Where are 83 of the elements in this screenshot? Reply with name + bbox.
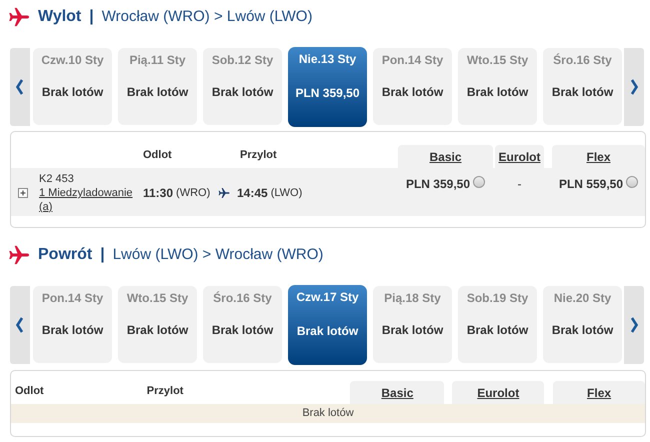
separator: | [89, 7, 94, 27]
date-label: Czw.10 Sty [41, 52, 104, 69]
route-text: Lwów (LWO) > Wrocław (WRO) [112, 244, 324, 265]
fare-text: Brak lotów [552, 84, 614, 101]
fare-text: Brak lotów [42, 84, 104, 101]
fare-text: Brak lotów [382, 84, 444, 101]
date-card[interactable]: Sob.19 Sty Brak lotów [458, 286, 537, 363]
date-card[interactable]: Pon.14 Sty Brak lotów [33, 286, 112, 363]
fare-text: PLN 359,50 [295, 85, 360, 102]
date-card[interactable]: Pią.11 Sty Brak lotów [118, 48, 197, 125]
fare-text: Brak lotów [296, 323, 358, 340]
fare-text: Brak lotów [382, 322, 444, 339]
date-label: Pią.11 Sty [129, 52, 186, 69]
next-dates-button[interactable] [624, 48, 644, 126]
fare-class-tab[interactable]: Basic [350, 381, 444, 404]
date-card[interactable]: Nie.13 Sty PLN 359,50 [288, 47, 367, 127]
date-card[interactable]: Wto.15 Sty Brak lotów [458, 48, 537, 125]
fare-text: Brak lotów [466, 84, 528, 101]
column-header: Przylot [146, 384, 184, 398]
note-link[interactable]: (a) [39, 200, 52, 214]
chevron-left-icon [16, 79, 24, 95]
date-card[interactable]: Śro.16 Sty Brak lotów [543, 48, 622, 125]
route-text: Wrocław (WRO) > Lwów (LWO) [102, 6, 312, 27]
fare-class-tab[interactable]: Basic [398, 145, 493, 168]
next-dates-button[interactable] [624, 286, 644, 364]
date-card[interactable]: Pią.18 Sty Brak lotów [373, 286, 452, 363]
date-label: Pią.18 Sty [384, 290, 441, 307]
date-label: Sob.12 Sty [212, 52, 274, 69]
fare-class-tab[interactable]: Eurolot [452, 381, 544, 404]
date-label: Czw.17 Sty [296, 289, 359, 306]
arrival-time: 14:45 [237, 185, 268, 202]
section-title: Wylot [38, 7, 82, 27]
date-label: Wto.15 Sty [126, 290, 188, 307]
fare-class-tab[interactable]: Flex [552, 145, 645, 168]
fare-text: Brak lotów [552, 322, 614, 339]
plane-icon [8, 6, 30, 28]
departure-time: 11:30 [143, 185, 174, 202]
date-label: Śro.16 Sty [213, 290, 272, 307]
fare-text: Brak lotów [126, 322, 188, 339]
date-card[interactable]: Czw.10 Sty Brak lotów [33, 48, 112, 125]
stops-link[interactable]: 1 Miedzyladowanie [39, 186, 133, 200]
date-label: Pon.14 Sty [382, 52, 444, 69]
column-header: Przylot [239, 148, 278, 162]
date-card[interactable]: Sob.12 Sty Brak lotów [203, 48, 282, 125]
flight-number: K2 453 [39, 172, 75, 186]
previous-dates-button[interactable] [10, 286, 30, 364]
fare-text: Brak lotów [212, 322, 274, 339]
fare-class-tab[interactable]: Eurolot [495, 145, 544, 168]
date-card[interactable]: Nie.20 Sty Brak lotów [543, 286, 622, 363]
date-label: Sob.19 Sty [466, 290, 528, 307]
section-title: Powrót [38, 245, 92, 265]
fare-text: Brak lotów [42, 322, 104, 339]
column-header: Odlot [14, 384, 45, 398]
fare-text: Brak lotów [466, 322, 528, 339]
date-label: Pon.14 Sty [42, 290, 104, 307]
fare-unavailable: - [518, 176, 522, 193]
chevron-left-icon [16, 317, 24, 333]
departure-airport: (WRO) [176, 186, 210, 201]
fare-text: Brak lotów [212, 84, 274, 101]
plane-icon [8, 244, 30, 266]
fare-text: Brak lotów [126, 84, 188, 101]
date-card[interactable]: Wto.15 Sty Brak lotów [118, 286, 197, 363]
fare-price: PLN 359,50 [406, 176, 470, 193]
date-label: Wto.15 Sty [466, 52, 528, 69]
plane-icon [218, 187, 230, 199]
chevron-right-icon [630, 317, 638, 333]
date-card[interactable]: Czw.17 Sty Brak lotów [288, 285, 367, 365]
previous-dates-button[interactable] [10, 48, 30, 126]
fare-radio[interactable] [473, 176, 486, 188]
chevron-right-icon [630, 79, 638, 95]
fare-radio[interactable] [626, 176, 638, 188]
date-label: Nie.20 Sty [554, 290, 612, 307]
arrival-airport: (LWO) [270, 186, 302, 201]
expand-icon [18, 188, 28, 198]
no-flights-message: Brak lotów [11, 404, 645, 423]
fare-price: PLN 559,50 [558, 176, 624, 193]
date-card[interactable]: Śro.16 Sty Brak lotów [203, 286, 282, 363]
column-header: Odlot [143, 148, 173, 162]
date-label: Śro.16 Sty [553, 52, 612, 69]
date-label: Nie.13 Sty [298, 51, 356, 68]
date-card[interactable]: Pon.14 Sty Brak lotów [373, 48, 452, 125]
separator: | [100, 245, 105, 265]
fare-class-tab[interactable]: Flex [553, 381, 645, 404]
